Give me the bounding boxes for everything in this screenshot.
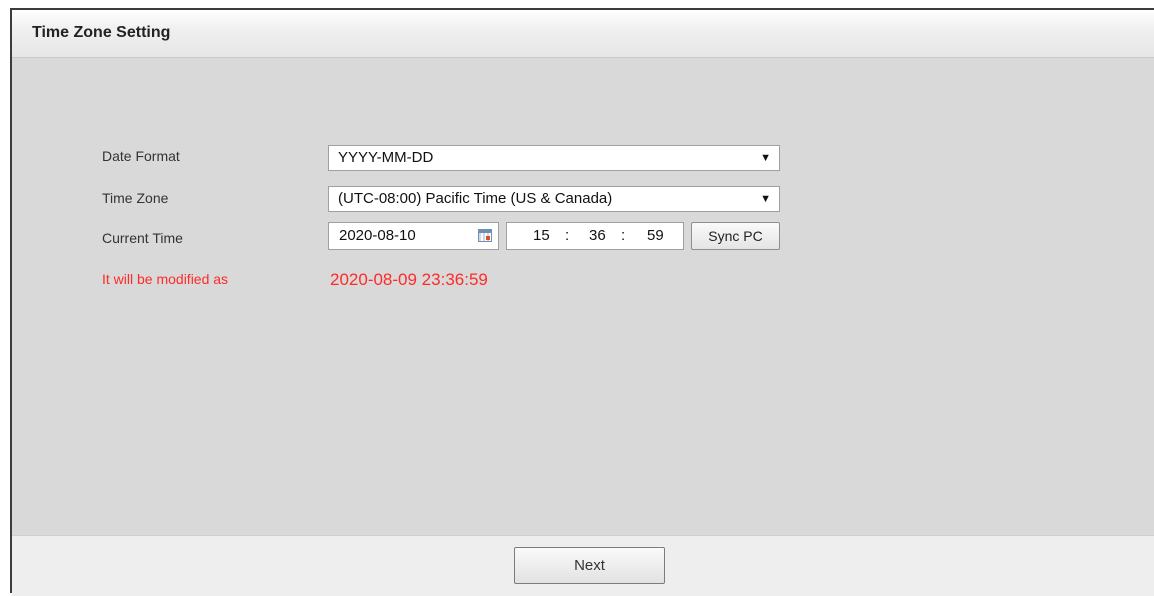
time-separator: :	[621, 227, 626, 244]
time-zone-select[interactable]: (UTC-08:00) Pacific Time (US & Canada) ▼	[328, 186, 780, 212]
date-value: 2020-08-10	[339, 227, 416, 244]
title-bar: Time Zone Setting	[12, 10, 1154, 58]
modified-label: It will be modified as	[102, 271, 229, 287]
chevron-down-icon: ▼	[760, 193, 771, 205]
time-input[interactable]: 15 : 36 : 59	[506, 222, 684, 250]
date-format-value: YYYY-MM-DD	[338, 149, 434, 166]
footer-bar: Next	[12, 535, 1154, 596]
second-field[interactable]: 59	[647, 223, 664, 249]
hour-field[interactable]: 15	[533, 223, 550, 249]
time-separator: :	[565, 227, 570, 244]
minute-field[interactable]: 36	[589, 223, 606, 249]
chevron-down-icon: ▼	[760, 152, 771, 164]
page-title: Time Zone Setting	[32, 24, 171, 41]
time-zone-value: (UTC-08:00) Pacific Time (US & Canada)	[338, 190, 613, 207]
next-button[interactable]: Next	[514, 547, 665, 584]
time-zone-setting-window: Time Zone Setting Date Format YYYY-MM-DD…	[10, 8, 1154, 596]
date-format-label: Date Format	[102, 148, 180, 164]
date-input[interactable]: 2020-08-10	[328, 222, 499, 250]
settings-panel: Date Format YYYY-MM-DD ▼ Time Zone (UTC-…	[12, 58, 1154, 533]
time-zone-label: Time Zone	[102, 190, 169, 206]
sync-pc-button[interactable]: Sync PC	[691, 222, 780, 250]
current-time-label: Current Time	[102, 230, 183, 246]
date-format-select[interactable]: YYYY-MM-DD ▼	[328, 145, 780, 171]
calendar-icon[interactable]	[478, 229, 492, 242]
modified-value: 2020-08-09 23:36:59	[330, 270, 488, 289]
